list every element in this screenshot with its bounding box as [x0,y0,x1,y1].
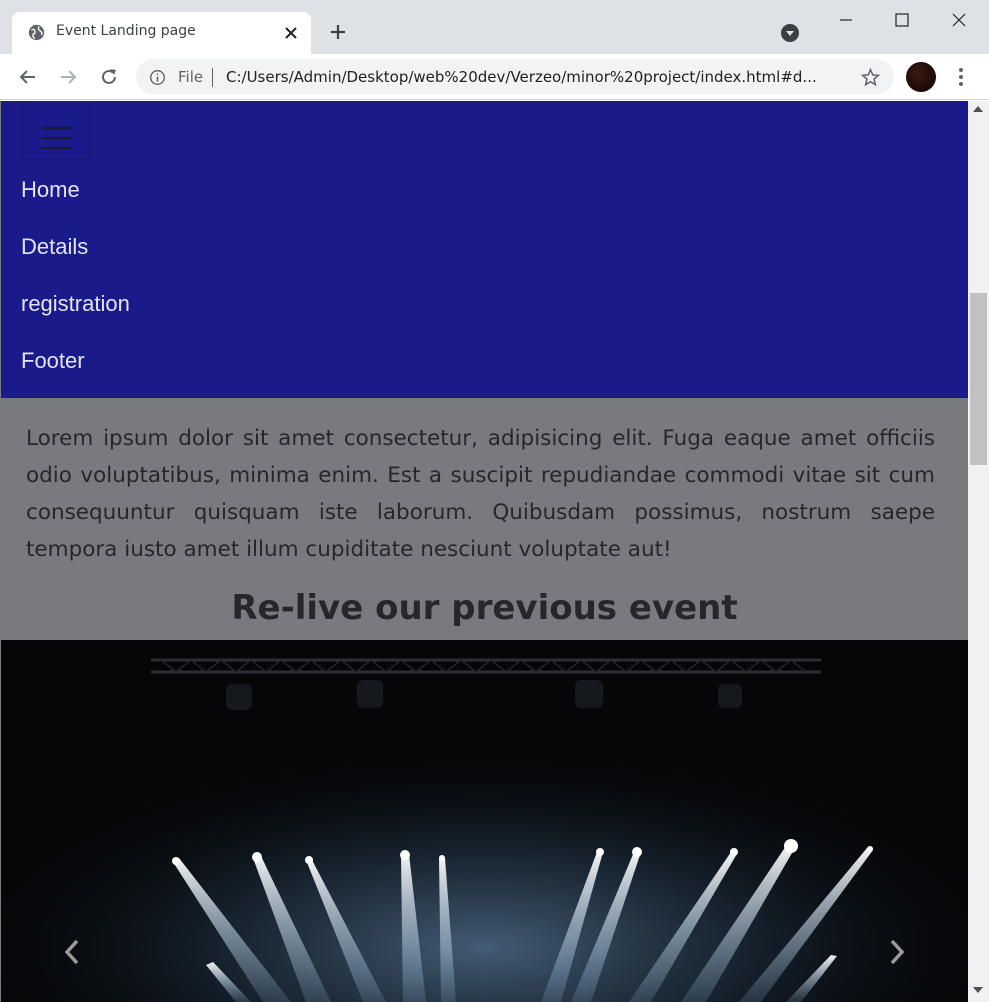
browser-tab[interactable]: Event Landing page [12,12,311,54]
back-icon[interactable] [16,65,40,89]
nav-link-details[interactable]: Details [21,234,88,260]
forward-icon[interactable] [56,65,80,89]
tab-title: Event Landing page [56,23,196,39]
nav-link-home[interactable]: Home [21,177,80,203]
nav-link-footer[interactable]: Footer [21,348,85,374]
close-icon[interactable] [282,24,300,42]
intro-paragraph: Lorem ipsum dolor sit amet consectetur, … [26,426,935,562]
address-separator [212,68,213,87]
scrollbar-thumb[interactable] [970,293,987,465]
concert-stage-image [1,640,968,1002]
url-text[interactable]: C:/Users/Admin/Desktop/web%20dev/Verzeo/… [226,68,838,86]
plus-icon[interactable] [326,20,350,44]
file-scheme-label: File [178,68,204,86]
globe-icon [28,24,45,41]
browser-tab-strip: Event Landing page [0,0,989,54]
tab-search-icon[interactable] [779,22,801,44]
navbar-toggler-button[interactable] [21,106,91,160]
chevron-left-icon[interactable] [61,936,85,968]
kebab-menu-icon[interactable] [950,66,972,88]
intro-section: Lorem ipsum dolor sit amet consectetur, … [1,398,968,640]
address-bar[interactable]: File C:/Users/Admin/Desktop/web%20dev/Ve… [136,59,894,95]
event-carousel [1,640,968,1002]
reload-icon[interactable] [97,65,121,89]
maximize-icon[interactable] [890,8,914,32]
window-close-icon[interactable] [947,8,971,32]
scroll-down-arrow-icon[interactable] [973,987,983,993]
page-scrollbar[interactable] [968,101,989,1002]
page-viewport: Home Details registration Footer Lorem i… [0,101,968,1002]
nav-link-registration[interactable]: registration [21,291,130,317]
star-icon[interactable] [860,67,881,88]
site-navbar: Home Details registration Footer [1,101,968,398]
avatar[interactable] [906,62,936,92]
minimize-icon[interactable] [834,8,858,32]
section-heading: Re-live our previous event [231,588,738,628]
chevron-right-icon[interactable] [884,936,908,968]
scroll-up-arrow-icon[interactable] [973,106,983,112]
hamburger-icon [42,127,72,149]
browser-toolbar: File C:/Users/Admin/Desktop/web%20dev/Ve… [0,54,989,100]
info-icon[interactable] [149,69,166,86]
